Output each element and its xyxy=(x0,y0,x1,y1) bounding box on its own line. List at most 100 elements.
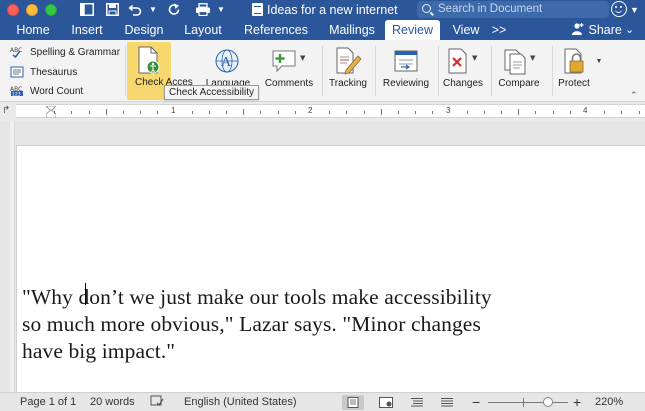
outline-view-icon[interactable] xyxy=(406,395,428,410)
zoom-window-button[interactable] xyxy=(45,4,57,16)
draft-view-icon[interactable] xyxy=(436,395,458,410)
ruler-tick xyxy=(226,111,228,114)
title-bar: ▼ ▼ Ideas for a new internet Search in D… xyxy=(0,0,645,20)
ruler-tick xyxy=(363,111,365,114)
status-bar: Page 1 of 1 20 words English (United Sta… xyxy=(0,392,645,411)
word-count[interactable]: 20 words xyxy=(90,393,135,411)
ruler-tick xyxy=(397,111,399,114)
horizontal-ruler[interactable]: 1 2 3 4 xyxy=(16,104,645,118)
protect-lock-icon xyxy=(564,48,584,74)
ruler-tick xyxy=(569,111,571,114)
tab-home[interactable]: Home xyxy=(10,20,56,40)
save-icon[interactable] xyxy=(106,1,122,19)
ruler-tick xyxy=(415,111,417,114)
svg-text:▼: ▼ xyxy=(300,54,306,62)
tabs-overflow-button[interactable]: >> xyxy=(488,20,510,40)
ruler-tick xyxy=(638,111,640,114)
ribbon-separator xyxy=(375,46,376,96)
ruler-number: 4 xyxy=(583,106,588,115)
search-icon xyxy=(422,4,431,13)
feedback-smiley-icon[interactable] xyxy=(611,1,627,17)
word-count-button[interactable]: ABC 123 Word Count xyxy=(10,82,120,102)
ribbon-separator xyxy=(322,46,323,96)
ruler-tick xyxy=(122,111,124,114)
undo-dropdown-icon[interactable]: ▼ xyxy=(148,1,158,19)
ruler-tick xyxy=(208,111,210,114)
tracking-icon xyxy=(336,47,362,75)
document-body-text[interactable]: "Why don’t we just make our tools make a… xyxy=(22,284,612,365)
print-layout-view-icon[interactable] xyxy=(342,395,364,410)
ruler-tick xyxy=(380,109,382,115)
ruler-tick xyxy=(277,111,279,114)
word-count-icon: ABC 123 xyxy=(10,86,23,98)
tab-design[interactable]: Design xyxy=(118,20,170,40)
document-icon xyxy=(252,3,263,16)
svg-text:▼: ▼ xyxy=(472,54,478,62)
tooltip: Check Accessibility xyxy=(164,85,260,100)
zoom-percentage[interactable]: 220% xyxy=(595,393,623,411)
web-layout-view-icon[interactable] xyxy=(375,395,397,410)
review-ribbon: ABC Spelling & Grammar Thesaurus ABC 123… xyxy=(0,40,645,102)
ruler-tick xyxy=(466,111,468,114)
changes-button[interactable]: ▼ Changes xyxy=(440,42,486,100)
ruler-tick xyxy=(294,111,296,114)
language-status[interactable]: English (United States) xyxy=(184,393,297,411)
ruler-tick xyxy=(88,111,90,114)
svg-text:A: A xyxy=(221,55,232,70)
print-icon[interactable] xyxy=(195,1,213,19)
zoom-in-button[interactable]: + xyxy=(573,393,581,411)
customize-toolbar-icon[interactable]: ▼ xyxy=(216,1,226,19)
zoom-slider-track[interactable] xyxy=(488,402,568,403)
undo-icon[interactable] xyxy=(128,1,144,19)
ruler-tick xyxy=(432,111,434,114)
tab-layout[interactable]: Layout xyxy=(176,20,230,40)
ruler-tick xyxy=(71,111,73,114)
check-accessibility-icon xyxy=(138,46,160,74)
ruler-bar: 1 2 3 4 xyxy=(0,102,645,121)
thesaurus-button[interactable]: Thesaurus xyxy=(10,63,120,83)
vertical-ruler xyxy=(10,121,15,392)
tab-review[interactable]: Review xyxy=(385,20,440,40)
ruler-tick xyxy=(260,111,262,114)
changes-icon: ▼ xyxy=(448,48,478,74)
tab-mailings[interactable]: Mailings xyxy=(320,20,384,40)
zoom-out-button[interactable]: − xyxy=(472,393,480,411)
ruler-tick xyxy=(552,111,554,114)
share-button[interactable]: Share xyxy=(571,20,622,40)
comments-button[interactable]: ▼ Comments xyxy=(262,42,316,100)
spelling-check-icon: ABC xyxy=(10,46,24,58)
close-window-button[interactable] xyxy=(7,4,19,16)
tab-stop-selector-icon[interactable]: ↱ xyxy=(2,102,10,120)
window-title: Ideas for a new internet xyxy=(252,1,398,19)
reviewing-button[interactable]: Reviewing xyxy=(378,42,434,100)
tab-insert[interactable]: Insert xyxy=(62,20,112,40)
ribbon-separator xyxy=(125,46,126,96)
feedback-dropdown-icon[interactable]: ▼ xyxy=(630,2,639,18)
ruler-tick xyxy=(329,111,331,114)
share-person-icon xyxy=(572,23,584,35)
proofing-status-icon[interactable] xyxy=(150,393,164,411)
compare-button[interactable]: ▼ Compare xyxy=(494,42,544,100)
tab-view[interactable]: View xyxy=(446,20,486,40)
ruler-tick xyxy=(105,109,107,115)
collapse-ribbon-icon[interactable]: ⌃ xyxy=(630,90,638,101)
tracking-button[interactable]: Tracking xyxy=(325,42,371,100)
redo-icon[interactable] xyxy=(168,1,184,19)
language-icon: A xyxy=(215,49,239,73)
sidebar-toggle-icon[interactable] xyxy=(80,1,96,19)
ruler-tick xyxy=(621,111,623,114)
tab-references[interactable]: References xyxy=(236,20,316,40)
svg-text:123: 123 xyxy=(12,92,21,98)
zoom-slider-thumb[interactable] xyxy=(542,397,553,407)
comments-icon: ▼ xyxy=(272,50,306,73)
search-input[interactable]: Search in Document xyxy=(417,1,609,18)
proofing-group: ABC Spelling & Grammar Thesaurus ABC 123… xyxy=(10,43,120,102)
minimize-window-button[interactable] xyxy=(26,4,38,16)
ruler-number: 2 xyxy=(308,106,313,115)
spelling-grammar-button[interactable]: ABC Spelling & Grammar xyxy=(10,43,120,63)
protect-button[interactable]: Protect xyxy=(554,42,594,100)
protect-dropdown-icon[interactable]: ▼ xyxy=(594,42,604,100)
ribbon-separator xyxy=(491,46,492,96)
share-dropdown-icon[interactable]: ⌄ xyxy=(625,20,634,40)
page-count[interactable]: Page 1 of 1 xyxy=(20,393,76,411)
